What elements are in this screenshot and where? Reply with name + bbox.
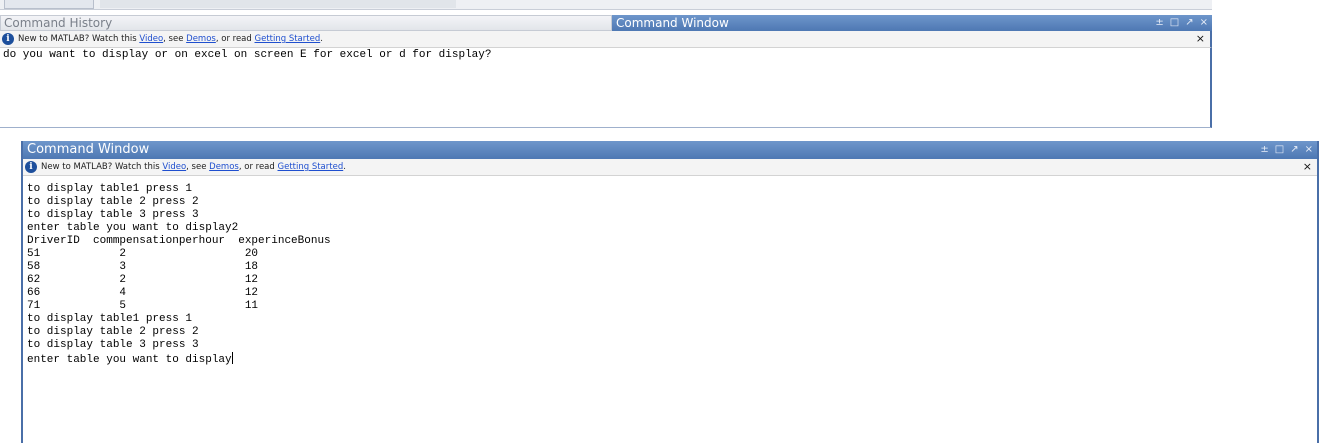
bottom-window-controls: ± □ ↗ × [1260, 141, 1313, 159]
close-icon[interactable]: × [1305, 141, 1313, 159]
bottom-command-window-header[interactable]: Command Window ± □ ↗ × [23, 141, 1317, 159]
info-close-icon[interactable]: × [1303, 159, 1312, 175]
getting-started-link[interactable]: Getting Started [255, 34, 321, 44]
console-line: 58 3 18 [27, 261, 259, 273]
cropped-toolbar-strip [0, 0, 1212, 10]
text-cursor [231, 352, 233, 364]
video-link[interactable]: Video [139, 34, 163, 44]
bottom-command-window-title: Command Window [27, 142, 150, 157]
info-icon: i [25, 161, 37, 173]
console-line: do you want to display or on excel on sc… [3, 49, 492, 61]
bottom-console-output: to display table1 press 1 to display tabl… [27, 183, 331, 366]
info-icon: i [2, 33, 14, 45]
bottom-info-bar: i New to MATLAB? Watch this Video, see D… [23, 159, 1317, 176]
console-line: to display table 3 press 3 [27, 209, 199, 221]
maximize-icon[interactable]: □ [1275, 141, 1284, 159]
cropped-tab [4, 0, 94, 9]
info-message: New to MATLAB? Watch this Video, see Dem… [41, 162, 346, 172]
undock-icon[interactable]: ± [1260, 141, 1268, 159]
console-line: to display table 2 press 2 [27, 326, 199, 338]
demos-link[interactable]: Demos [209, 162, 239, 172]
demos-link[interactable]: Demos [186, 34, 216, 44]
console-line: 71 5 11 [27, 300, 259, 312]
info-message: New to MATLAB? Watch this Video, see Dem… [18, 34, 323, 44]
console-line: to display table1 press 1 [27, 183, 193, 195]
top-command-window-title: Command Window [616, 16, 729, 30]
console-line: 51 2 20 [27, 248, 259, 260]
console-line: to display table 3 press 3 [27, 339, 199, 351]
bottom-console-area[interactable]: to display table1 press 1 to display tabl… [23, 176, 1317, 443]
cropped-path-bar [100, 0, 456, 8]
console-line: 66 4 12 [27, 287, 259, 299]
top-console-area[interactable]: do you want to display or on excel on sc… [0, 48, 1212, 128]
pin-icon[interactable]: ↗ [1185, 15, 1193, 31]
close-icon[interactable]: × [1200, 15, 1208, 31]
top-info-bar: i New to MATLAB? Watch this Video, see D… [0, 31, 1212, 48]
console-line: enter table you want to display2 [27, 222, 239, 234]
console-line: 62 2 12 [27, 274, 259, 286]
maximize-icon[interactable]: □ [1170, 15, 1179, 31]
info-close-icon[interactable]: × [1196, 31, 1205, 47]
pin-icon[interactable]: ↗ [1290, 141, 1298, 159]
undock-icon[interactable]: ± [1155, 15, 1163, 31]
command-history-header[interactable]: Command History [0, 15, 612, 31]
console-line: to display table1 press 1 [27, 313, 193, 325]
top-command-window-header[interactable]: Command Window ± □ ↗ × [612, 15, 1212, 31]
getting-started-link[interactable]: Getting Started [278, 162, 344, 172]
top-console-output: do you want to display or on excel on sc… [3, 49, 491, 62]
video-link[interactable]: Video [162, 162, 186, 172]
prompt-text: enter table you want to display [27, 354, 232, 366]
console-prompt-line[interactable]: enter table you want to display [27, 352, 331, 366]
console-line: to display table 2 press 2 [27, 196, 199, 208]
command-history-title: Command History [4, 16, 113, 30]
console-line: DriverID commpensationperhour experinceB… [27, 235, 331, 247]
bottom-command-window: Command Window ± □ ↗ × i New to MATLAB? … [21, 141, 1319, 443]
top-window-controls: ± □ ↗ × [1155, 15, 1208, 31]
